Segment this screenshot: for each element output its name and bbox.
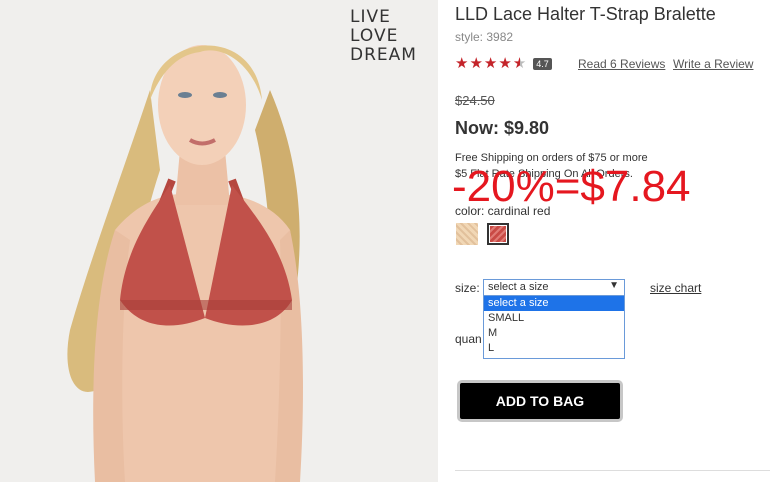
size-select[interactable]: select a size ▼ xyxy=(483,279,625,296)
size-chart-link[interactable]: size chart xyxy=(650,281,701,295)
star-icon: ★ xyxy=(455,55,469,72)
color-label: color: cardinal red xyxy=(455,204,551,218)
brand-logo: LIVE LOVE DREAM xyxy=(350,8,417,65)
star-icon: ★ xyxy=(469,55,483,72)
rating-badge: 4.7 xyxy=(533,58,552,70)
size-option[interactable]: M xyxy=(484,326,624,341)
star-icon: ★ xyxy=(483,55,498,72)
original-price: $24.50 xyxy=(455,93,495,108)
sale-price: Now: $9.80 xyxy=(455,118,550,138)
size-label: size: xyxy=(455,281,480,295)
quantity-label: quan xyxy=(455,332,482,346)
model-image xyxy=(0,0,438,482)
read-reviews-link[interactable]: Read 6 Reviews xyxy=(578,57,665,71)
half-star-icon: ★ xyxy=(512,55,527,72)
brand-line: LIVE xyxy=(350,7,391,27)
size-option[interactable]: select a size xyxy=(484,296,624,311)
rating-stars[interactable]: ★ ★ ★ ★ ★ 4.7 xyxy=(455,56,552,72)
color-swatch-nude[interactable] xyxy=(456,223,478,245)
product-style-number: style: 3982 xyxy=(455,30,514,44)
size-select-value: select a size xyxy=(488,281,549,293)
product-info-panel: LLD Lace Halter T-Strap Bralette style: … xyxy=(452,0,770,482)
star-icon: ★ xyxy=(498,55,512,72)
size-option[interactable]: L xyxy=(484,341,624,356)
product-title: LLD Lace Halter T-Strap Bralette xyxy=(455,4,716,24)
product-photo[interactable]: LIVE LOVE DREAM xyxy=(0,0,438,482)
color-swatch-cardinal-red[interactable] xyxy=(487,223,509,245)
write-review-link[interactable]: Write a Review xyxy=(673,57,753,71)
divider xyxy=(455,470,770,471)
brand-line: LOVE xyxy=(350,26,399,46)
size-option[interactable]: SMALL xyxy=(484,311,624,326)
add-to-bag-button[interactable]: ADD TO BAG xyxy=(457,380,623,422)
brand-line: DREAM xyxy=(350,45,417,65)
size-dropdown-list: select a size SMALL M L xyxy=(483,295,625,359)
dropdown-arrow-icon: ▼ xyxy=(609,280,619,291)
